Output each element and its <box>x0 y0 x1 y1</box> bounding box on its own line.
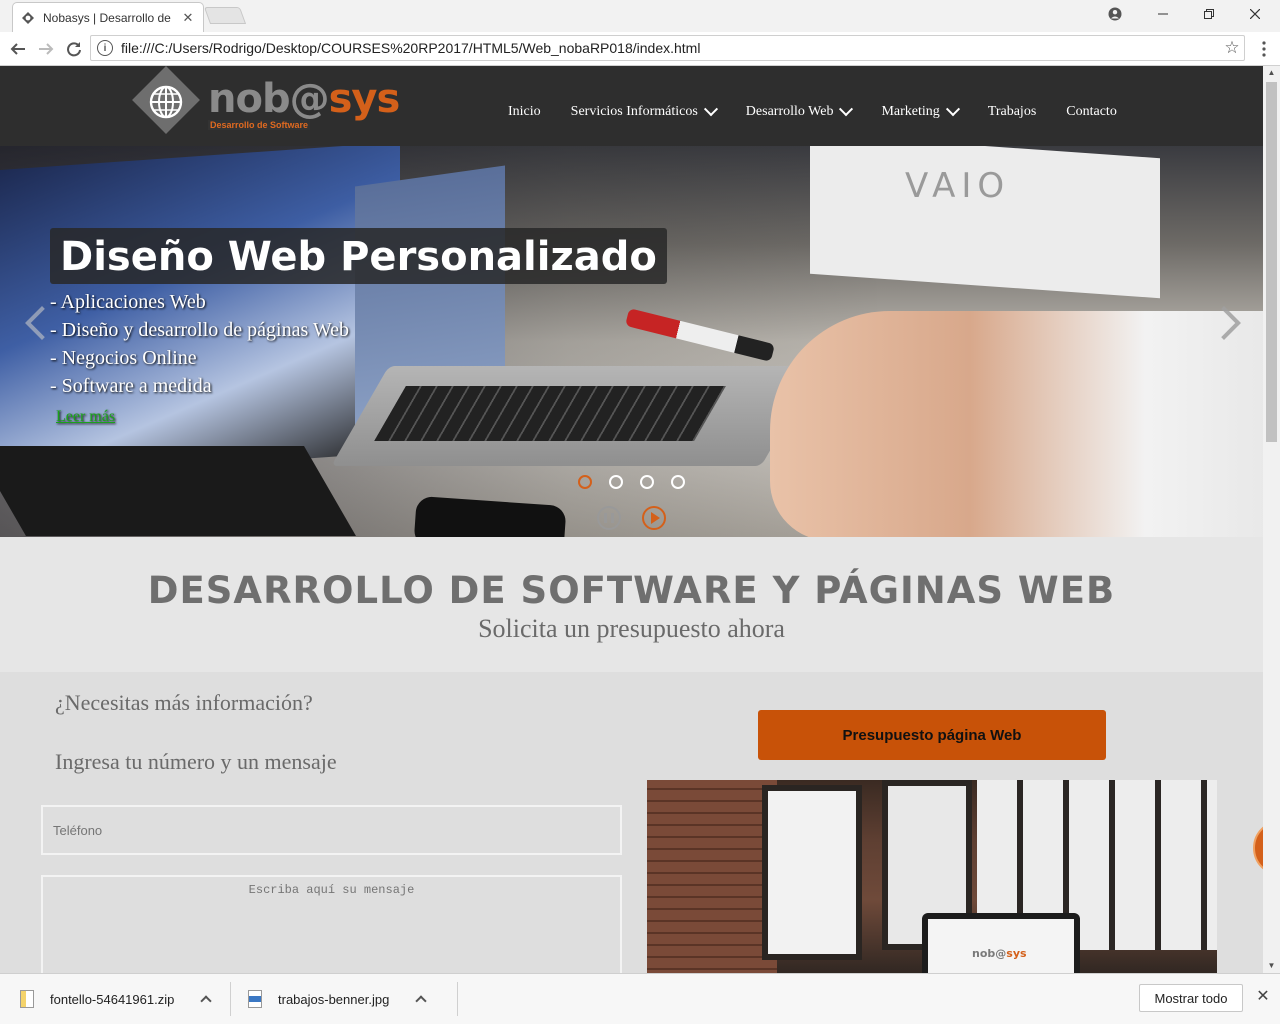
forward-icon[interactable] <box>34 37 58 61</box>
download-filename: trabajos-benner.jpg <box>278 991 390 1007</box>
new-tab-button[interactable] <box>203 7 247 24</box>
list-item: - Diseño y desarrollo de páginas Web <box>50 319 350 341</box>
chevron-down-icon <box>945 102 960 117</box>
chevron-up-icon[interactable] <box>415 995 427 1007</box>
nav-item-desarrollo-web[interactable]: Desarrollo Web <box>746 102 854 120</box>
hero-photo-keys <box>374 386 726 441</box>
play-icon[interactable] <box>642 506 666 530</box>
hero-title: Diseño Web Personalizado <box>50 228 667 284</box>
office-photo-brick-wall <box>647 780 777 973</box>
tab-strip: Nobasys | Desarrollo de ✕ <box>0 0 1280 32</box>
intro-heading: DESARROLLO DE SOFTWARE Y PÁGINAS WEB <box>147 569 1116 612</box>
chevron-down-icon <box>703 102 718 117</box>
nav-item-servicios[interactable]: Servicios Informáticos <box>571 102 718 120</box>
browser-toolbar: i file:///C:/Users/Rodrigo/Desktop/COURS… <box>0 32 1280 66</box>
divider <box>230 982 231 1016</box>
phone-field[interactable] <box>41 805 622 855</box>
hero-slider: VAIO Diseño Web Personalizado - Aplicaci… <box>0 146 1263 537</box>
page-viewport: nob@sys Desarrollo de Software Inicio Se… <box>0 66 1263 973</box>
browser-tab[interactable]: Nobasys | Desarrollo de ✕ <box>12 2 204 32</box>
list-item: - Aplicaciones Web <box>50 291 206 313</box>
hero-feature-list: - Aplicaciones Web - Diseño y desarrollo… <box>50 288 349 400</box>
address-bar[interactable]: i file:///C:/Users/Rodrigo/Desktop/COURS… <box>90 35 1245 61</box>
scroll-down-icon[interactable]: ▼ <box>1263 959 1280 973</box>
office-photo: nob@sys <box>647 780 1217 973</box>
profile-icon[interactable] <box>1100 0 1130 28</box>
slider-dot[interactable] <box>609 475 623 489</box>
zip-file-icon <box>20 990 34 1008</box>
star-icon[interactable]: ☆ <box>1220 38 1244 58</box>
nav-item-contacto[interactable]: Contacto <box>1066 104 1117 120</box>
page-scrollbar[interactable]: ▲ ▼ <box>1263 66 1280 973</box>
intro-subheading: Solicita un presupuesto ahora <box>478 614 785 643</box>
restore-icon[interactable] <box>1194 0 1224 28</box>
contact-section: ¿Necesitas más información? Ingresa tu n… <box>0 672 1263 973</box>
hero-photo-marker <box>625 308 775 362</box>
contact-prompt: Ingresa tu número y un mensaje <box>55 749 337 774</box>
contact-question: ¿Necesitas más información? <box>55 690 313 715</box>
menu-icon[interactable] <box>1252 37 1276 61</box>
message-field[interactable] <box>41 875 622 973</box>
slider-dot[interactable] <box>640 475 654 489</box>
hero-photo-keyboard <box>0 446 356 536</box>
site-favicon-icon <box>21 11 35 25</box>
scroll-up-icon[interactable]: ▲ <box>1263 66 1280 80</box>
office-photo-laptop-logo: nob@sys <box>928 919 1074 973</box>
tab-title: Nobasys | Desarrollo de <box>43 10 171 25</box>
globe-icon <box>149 85 183 119</box>
close-icon[interactable]: ✕ <box>1252 986 1274 1008</box>
hero-photo-vaio-text: VAIO <box>905 166 1011 206</box>
hero-photo-hands <box>770 311 1263 537</box>
site-logo[interactable]: nob@sys Desarrollo de Software <box>132 66 400 142</box>
divider <box>457 982 458 1016</box>
logo-text: nob@sys <box>208 76 400 122</box>
quote-button[interactable]: Presupuesto página Web <box>758 710 1106 760</box>
downloads-bar: fontello-54641961.zip trabajos-benner.jp… <box>0 973 1280 1024</box>
image-file-icon <box>248 990 262 1008</box>
slider-dot[interactable] <box>578 475 592 489</box>
back-icon[interactable] <box>6 37 30 61</box>
close-icon[interactable] <box>1240 0 1270 28</box>
logo-tagline: Desarrollo de Software <box>208 120 311 130</box>
read-more-link[interactable]: Leer más <box>56 408 115 426</box>
download-filename: fontello-54641961.zip <box>50 991 175 1007</box>
hero-photo-phone <box>413 495 567 537</box>
download-item-jpg[interactable]: trabajos-benner.jpg <box>248 974 427 1024</box>
minimize-icon[interactable] <box>1148 0 1178 28</box>
office-photo-laptop: nob@sys <box>922 913 1080 973</box>
slider-dot[interactable] <box>671 475 685 489</box>
nav-item-marketing[interactable]: Marketing <box>881 102 960 120</box>
site-header: nob@sys Desarrollo de Software Inicio Se… <box>0 66 1263 146</box>
office-photo-window <box>762 785 862 960</box>
pause-icon[interactable] <box>597 506 621 530</box>
scrollbar-thumb[interactable] <box>1266 82 1277 442</box>
show-all-button[interactable]: Mostrar todo <box>1139 984 1243 1012</box>
url-text: file:///C:/Users/Rodrigo/Desktop/COURSES… <box>121 40 701 56</box>
tab-close-icon[interactable]: ✕ <box>181 10 195 26</box>
slider-dots <box>578 475 702 489</box>
nav-item-inicio[interactable]: Inicio <box>508 104 541 120</box>
info-icon[interactable]: i <box>97 40 113 56</box>
chevron-down-icon <box>839 102 854 117</box>
main-nav: Inicio Servicios Informáticos Desarrollo… <box>508 102 1147 120</box>
list-item: - Negocios Online <box>50 347 197 369</box>
chevron-up-icon[interactable] <box>200 995 212 1007</box>
nav-item-trabajos[interactable]: Trabajos <box>988 104 1037 120</box>
reload-icon[interactable] <box>62 37 86 61</box>
list-item: - Software a medida <box>50 375 212 397</box>
download-item-zip[interactable]: fontello-54641961.zip <box>20 974 212 1024</box>
intro-section: DESARROLLO DE SOFTWARE Y PÁGINAS WEB Sol… <box>0 537 1263 672</box>
